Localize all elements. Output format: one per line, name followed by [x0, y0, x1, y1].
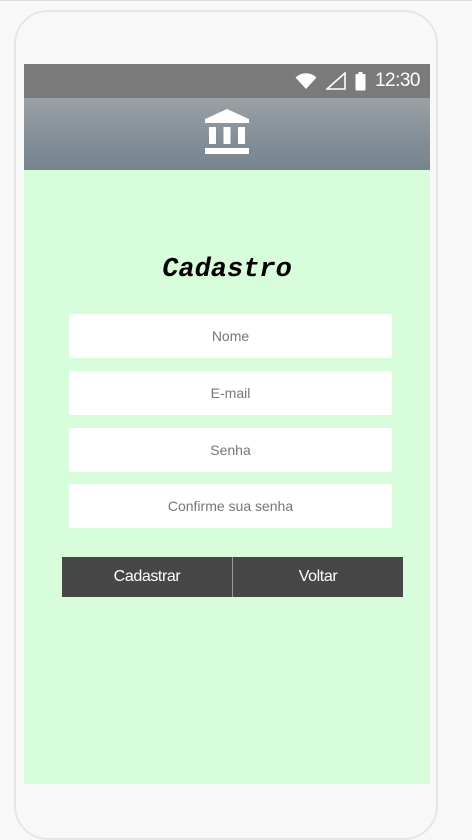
status-bar: 12:30	[24, 64, 430, 98]
app-screen: 12:30 Cadastro Cadastrar Voltar	[24, 64, 430, 784]
status-icons: 12:30	[295, 64, 421, 98]
status-clock: 12:30	[374, 70, 421, 91]
confirm-password-input[interactable]	[69, 484, 392, 528]
bank-icon	[205, 108, 249, 160]
email-input[interactable]	[69, 371, 392, 415]
register-button[interactable]: Cadastrar	[62, 557, 232, 597]
page-title: Cadastro	[162, 255, 292, 285]
top-divider	[0, 0, 472, 1]
battery-icon	[355, 71, 366, 91]
name-input[interactable]	[69, 314, 392, 358]
password-input[interactable]	[69, 428, 392, 472]
back-button[interactable]: Voltar	[233, 557, 403, 597]
signal-icon	[325, 72, 346, 90]
wifi-icon	[295, 72, 317, 90]
app-bar	[24, 98, 430, 170]
